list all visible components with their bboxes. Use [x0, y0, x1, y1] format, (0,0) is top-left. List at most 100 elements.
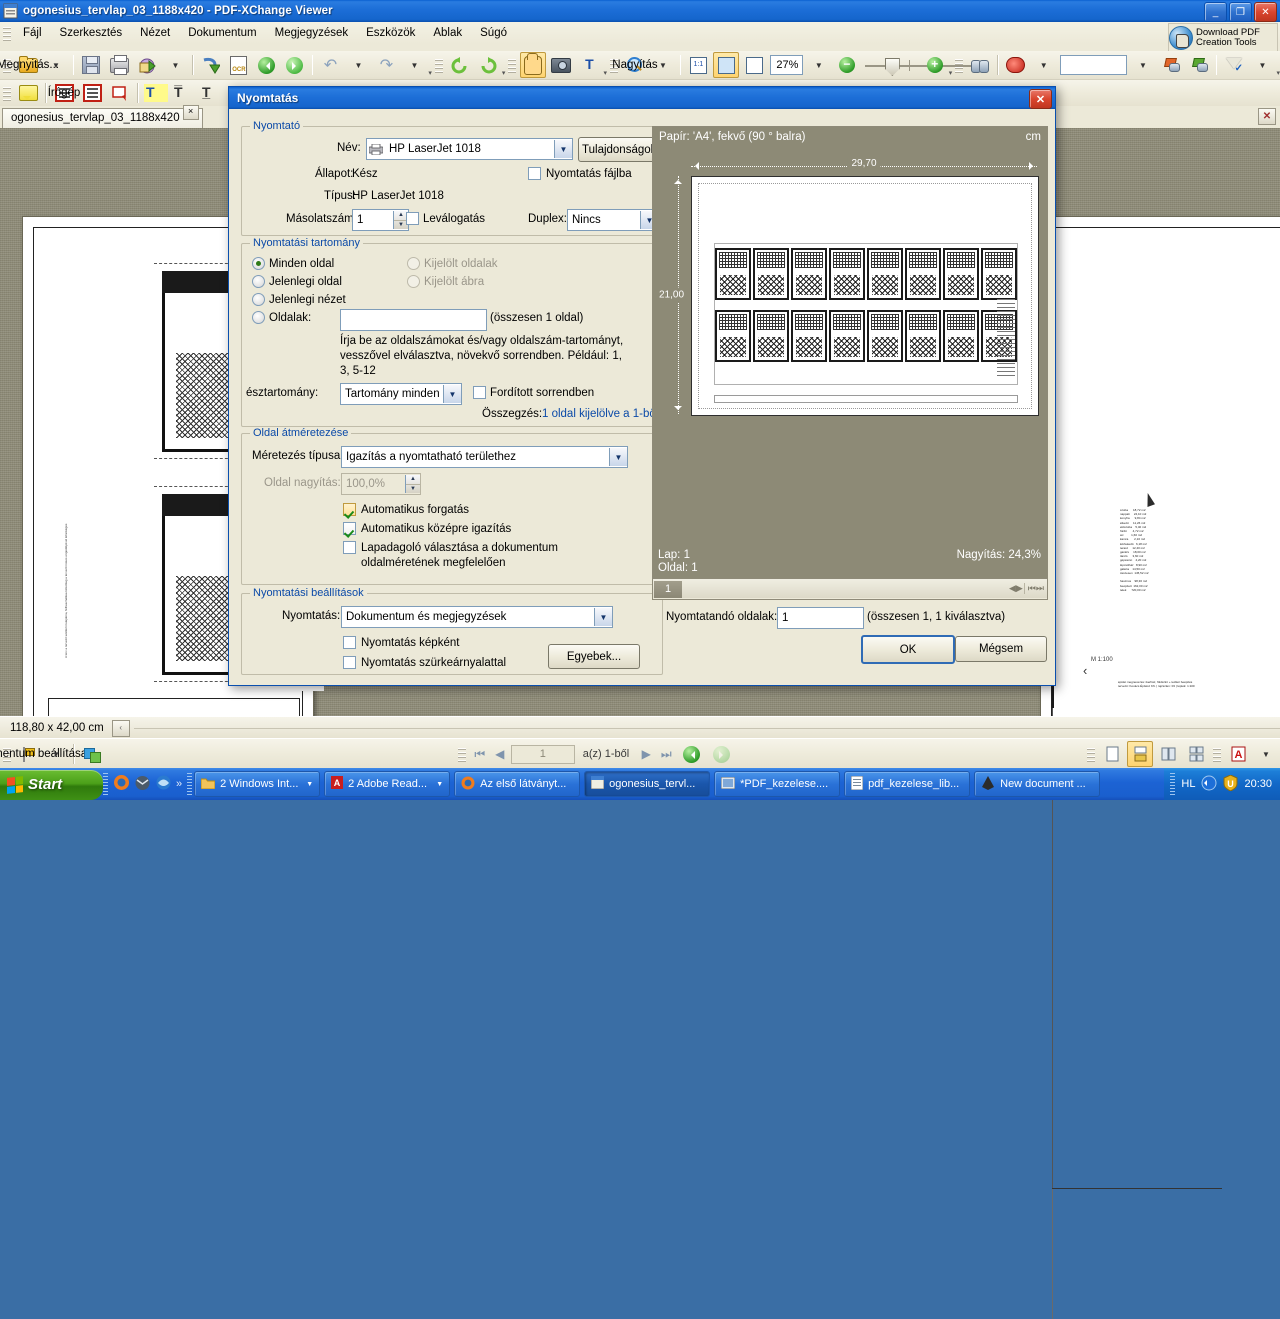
printer-name-combo[interactable]: HP LaserJet 1018 ▼: [366, 138, 573, 160]
rotate-left-button[interactable]: [447, 52, 473, 78]
zoom-slider[interactable]: [864, 55, 975, 76]
menu-item-dokumentum[interactable]: Dokumentum: [179, 24, 265, 42]
collate-checkbox[interactable]: [406, 212, 419, 225]
find-dropdown[interactable]: ▼: [1031, 52, 1057, 78]
auto-rotate-checkbox[interactable]: [343, 503, 356, 516]
download-pdf-creation-tools-button[interactable]: Download PDF Creation Tools: [1168, 23, 1278, 53]
menu-item-szerkesztes[interactable]: Szerkesztés: [51, 24, 132, 42]
reverse-order-checkbox[interactable]: [473, 386, 486, 399]
find-button[interactable]: [1003, 52, 1029, 78]
ok-button[interactable]: OK: [861, 635, 955, 664]
acrobat-gripper[interactable]: [1213, 746, 1221, 762]
zoom-slider-thumb[interactable]: [884, 58, 900, 76]
previous-view-button[interactable]: [678, 741, 704, 767]
pages-input[interactable]: [340, 309, 487, 331]
radio-pages[interactable]: [252, 311, 265, 324]
facing-continuous-view-button[interactable]: [1183, 741, 1209, 767]
shield-icon[interactable]: U: [1223, 773, 1238, 794]
minimize-button[interactable]: _: [1204, 2, 1227, 22]
search-next-button[interactable]: [1186, 52, 1212, 78]
taskbar-button-windows-explorer[interactable]: 2 Windows Int... ▼: [194, 771, 321, 797]
snapshot-button[interactable]: [548, 52, 574, 78]
search-prev-button[interactable]: [1158, 52, 1184, 78]
menu-item-megjegyzesek[interactable]: Megjegyzések: [266, 24, 358, 42]
toolbar-overflow-file[interactable]: ▾: [428, 69, 432, 77]
taskbar-button-pdfxchange[interactable]: ogonesius_tervl...: [584, 771, 711, 797]
save-button[interactable]: [78, 52, 104, 78]
taskbar-button-adobe-reader[interactable]: A 2 Adobe Read... ▼: [324, 771, 451, 797]
underline-button[interactable]: T̲: [199, 80, 225, 106]
menu-item-nezet[interactable]: Nézet: [131, 24, 179, 42]
actual-size-button[interactable]: 1:1: [685, 52, 711, 78]
preview-scroll-last-icon[interactable]: ⏮⏭: [1023, 583, 1044, 594]
choose-tray-checkbox[interactable]: [343, 541, 356, 554]
acrobat-button[interactable]: A: [1225, 741, 1251, 767]
close-button[interactable]: ✕: [1254, 2, 1277, 22]
duplex-combo[interactable]: Nincs ▼: [567, 209, 659, 231]
zoom-in-button[interactable]: +: [922, 52, 948, 78]
chevron-down-icon[interactable]: ▼: [609, 448, 627, 466]
filter-button[interactable]: [1221, 52, 1247, 78]
next-page-button[interactable]: ▶: [637, 746, 655, 763]
fit-page-button[interactable]: [713, 52, 740, 78]
forward-button[interactable]: [282, 52, 308, 78]
redo-dropdown[interactable]: ▼: [401, 52, 427, 78]
chevron-down-icon[interactable]: ▼: [594, 608, 612, 626]
acrobat-dropdown[interactable]: ▼: [1253, 741, 1279, 767]
firefox-icon[interactable]: [113, 774, 130, 794]
close-all-tabs-button[interactable]: ✕: [1258, 108, 1276, 125]
plugins-button[interactable]: [79, 741, 105, 767]
loupe-button[interactable]: [967, 52, 993, 78]
toolbar-overflow-zoom[interactable]: ▾: [949, 69, 953, 77]
back-button[interactable]: [254, 52, 280, 78]
maximize-button[interactable]: ❐: [1229, 2, 1252, 22]
page-nav-gripper[interactable]: [457, 746, 466, 762]
print-what-combo[interactable]: Dokumentum és megjegyzések ▼: [341, 606, 613, 628]
rotate-right-button[interactable]: [475, 52, 501, 78]
radio-current-view[interactable]: [252, 293, 265, 306]
menu-item-sugo[interactable]: Súgó: [471, 24, 516, 42]
toolbar-overflow-find[interactable]: ▾: [1276, 69, 1280, 77]
subrange-combo[interactable]: Tartomány minden o ▼: [340, 383, 462, 405]
menu-item-eszkozok[interactable]: Eszközök: [357, 24, 424, 42]
toolbar-gripper-tools[interactable]: [508, 57, 517, 73]
copies-input[interactable]: 1 ▲ ▼: [352, 209, 409, 231]
page-number-input[interactable]: 1: [510, 744, 575, 764]
fit-width-button[interactable]: [741, 52, 767, 78]
select-text-button[interactable]: T: [576, 52, 602, 78]
print-as-image-checkbox[interactable]: [343, 636, 356, 649]
open-dropdown[interactable]: ▼: [43, 52, 69, 78]
undo-dropdown[interactable]: ▼: [345, 52, 371, 78]
preview-scroll-nav[interactable]: ◀▶ ⏮⏭: [1009, 583, 1047, 594]
strikeout-button[interactable]: T̅: [171, 80, 197, 106]
tray-gripper[interactable]: [1170, 773, 1176, 795]
undo-button[interactable]: ↶: [317, 52, 343, 78]
collapse-panel-button[interactable]: ‹: [111, 719, 130, 737]
chevron-down-icon[interactable]: ▼: [554, 140, 572, 158]
toolbar-overflow-rotate[interactable]: ▾: [502, 69, 506, 77]
scaling-type-combo[interactable]: Igazítás a nyomtatható területhez ▼: [341, 446, 628, 468]
cancel-button[interactable]: Mégsem: [955, 636, 1047, 662]
pages-to-print-input[interactable]: 1: [777, 607, 864, 629]
callout-button[interactable]: [107, 80, 133, 106]
taskbar-button-document[interactable]: pdf_kezelese_lib...: [844, 771, 971, 797]
more-options-button[interactable]: Egyebek...: [548, 644, 640, 669]
download-button[interactable]: [198, 52, 224, 78]
export-button[interactable]: [134, 52, 160, 78]
redo-button[interactable]: ↷: [373, 52, 399, 78]
email-icon[interactable]: [134, 774, 151, 794]
toolbar-gripper-loupe[interactable]: [955, 57, 964, 73]
preview-scrollbar[interactable]: 1 ◀▶ ⏮⏭: [653, 578, 1047, 598]
toolbar-overflow-tools[interactable]: ▾: [603, 69, 607, 77]
menu-item-fajl[interactable]: Fájl: [14, 24, 51, 42]
text-box-button[interactable]: [79, 80, 105, 106]
taskbar-button-inkscape[interactable]: New document ...: [974, 771, 1101, 797]
next-view-button[interactable]: [708, 741, 734, 767]
ocr-button[interactable]: [226, 52, 252, 78]
zoom-out-button[interactable]: −: [834, 52, 860, 78]
hand-tool-button[interactable]: [520, 52, 547, 78]
volume-icon[interactable]: [1201, 775, 1217, 794]
preview-scroll-thumb[interactable]: 1: [654, 580, 682, 598]
explorer-icon[interactable]: [155, 774, 172, 794]
export-dropdown[interactable]: ▼: [162, 52, 188, 78]
